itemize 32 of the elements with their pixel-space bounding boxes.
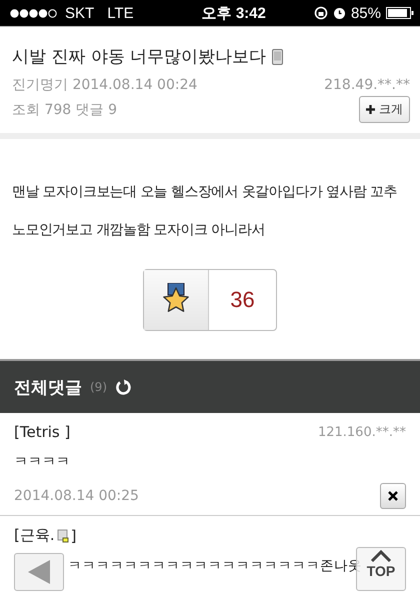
lock-icon: [56, 528, 69, 542]
close-icon: [387, 490, 399, 502]
comment-ip: 121.160.**.**: [318, 424, 406, 440]
network-type: LTE: [107, 4, 134, 22]
post-title: 시발 진짜 야동 너무많이봤나보다: [12, 46, 266, 68]
comment-author-end: ]: [70, 526, 76, 544]
view-stats: 조회 798 댓글 9: [12, 100, 117, 118]
battery-percent: 85%: [350, 4, 381, 22]
comment-author: [Tetris ]: [14, 423, 70, 441]
carrier: SKT: [65, 4, 94, 22]
comment-count: (9): [90, 380, 107, 394]
rotation-lock-icon: [314, 6, 328, 20]
comment-text: ㅋㅋㅋㅋ: [14, 454, 70, 470]
ip-address: 218.49.**.**: [324, 77, 410, 93]
comment-date: 2014.08.14 00:25: [14, 488, 139, 504]
delete-button[interactable]: [380, 483, 406, 509]
post-body: 맨날 모자이크보는대 오늘 헬스장에서 옷갈아입다가 옆사람 꼬추 노모인거보고 개깜놀함 모자이크 아니라서: [12, 183, 398, 240]
back-button[interactable]: [14, 553, 64, 591]
clock: 오후 3:42: [202, 4, 266, 22]
left-triangle-icon: [26, 558, 52, 586]
author-date: 진기명기 2014.08.14 00:24: [12, 76, 198, 94]
comments-title: 전체댓글: [14, 376, 82, 398]
battery-icon: [386, 7, 414, 19]
caret-icon: [370, 550, 392, 562]
top-button[interactable]: TOP: [356, 547, 406, 591]
plus-icon: [366, 105, 375, 114]
recommend-button[interactable]: 36: [143, 269, 277, 331]
comment-author: [근육.: [14, 526, 55, 545]
phone-icon: [272, 48, 284, 64]
alarm-icon: [332, 6, 346, 20]
refresh-icon[interactable]: [115, 378, 132, 396]
enlarge-button[interactable]: 크게: [359, 96, 410, 123]
